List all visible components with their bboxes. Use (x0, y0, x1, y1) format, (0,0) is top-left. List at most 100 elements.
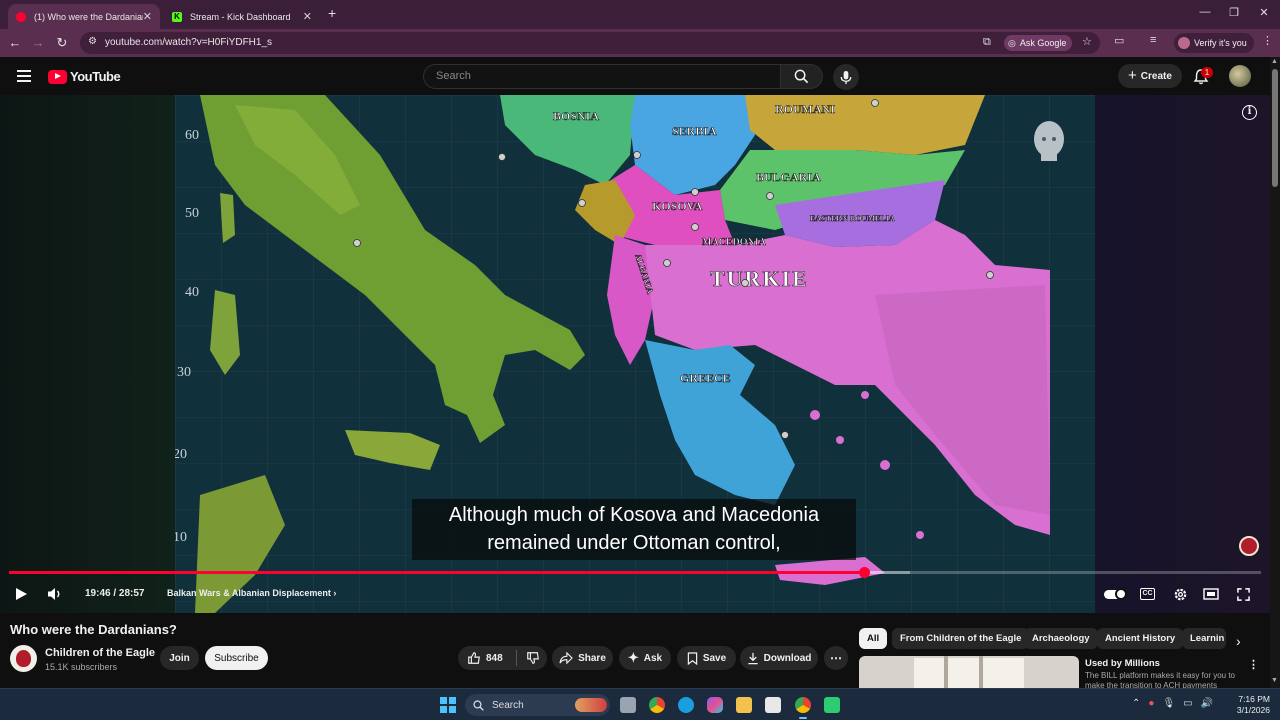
download-icon (747, 652, 758, 664)
chapter-title-button[interactable]: Balkan Wars & Albanian Displacement › (167, 588, 336, 598)
browser-menu-icon[interactable]: ⋮ (1262, 34, 1273, 47)
taskbar-search[interactable]: Search (465, 694, 610, 716)
join-button[interactable]: Join (160, 646, 199, 670)
download-label: Download (763, 652, 812, 664)
map-label-bosnia: BOSNIA (553, 109, 599, 123)
fullscreen-button[interactable] (1233, 584, 1253, 604)
tab-youtube[interactable]: (1) Who were the Dardanians? ✕ (8, 4, 160, 29)
video-subtitles: Although much of Kosova and Macedonia re… (412, 499, 856, 560)
scroll-up-arrow-icon[interactable]: ▲ (1271, 58, 1278, 65)
back-button[interactable]: ← (6, 35, 24, 50)
progress-scrubber-handle[interactable] (858, 567, 870, 578)
file-explorer-icon[interactable] (736, 697, 752, 713)
clock-date: 3/1/2026 (1236, 705, 1270, 715)
subscriber-count: 15.1K subscribers (45, 662, 118, 672)
minimize-button[interactable]: — (1190, 6, 1220, 18)
thumbs-down-icon (526, 652, 539, 664)
chip-learning[interactable]: Learnin (1182, 628, 1226, 649)
network-icon[interactable]: ▭ (1183, 698, 1192, 709)
start-windows-icon[interactable] (440, 697, 456, 713)
youtube-logo-text: YouTube (70, 69, 121, 84)
map-label-roumani: ROUMANI (775, 102, 835, 116)
tab-search-icon[interactable]: ▭ (1114, 34, 1124, 47)
google-lens-icon: ◎ (1008, 37, 1016, 48)
map-label-macedonia: MACEDONIA (702, 237, 767, 248)
site-info-icon[interactable]: ⚙ (88, 36, 97, 47)
progress-bar[interactable] (9, 567, 1261, 578)
new-tab-button[interactable]: + (328, 5, 336, 21)
verify-profile-button[interactable]: Verify it's you (1174, 33, 1254, 53)
chip-all[interactable]: All (859, 628, 888, 649)
system-tray: ⌃ ● 🎙 ▭ 🔊 (1132, 698, 1213, 709)
copilot-app-icon[interactable] (707, 697, 723, 713)
chip-ancient-history[interactable]: Ancient History (1097, 628, 1184, 649)
chips-next-chevron-icon[interactable]: › (1236, 633, 1241, 649)
close-window-button[interactable]: ✕ (1249, 6, 1279, 19)
share-button[interactable]: Share (552, 646, 613, 670)
dislike-button[interactable] (526, 651, 540, 665)
ad-thumbnail[interactable] (859, 656, 1079, 688)
ad-description: The BILL platform makes it easy for you … (1085, 671, 1235, 688)
chip-archaeology[interactable]: Archaeology (1024, 628, 1098, 649)
close-tab-icon[interactable]: ✕ (303, 10, 312, 23)
microphone-tray-icon[interactable]: 🎙 (1162, 698, 1175, 709)
video-info-icon[interactable]: i (1242, 105, 1257, 120)
volume-button[interactable] (45, 584, 65, 604)
green-app-icon[interactable] (824, 697, 840, 713)
subtitle-line-2: remained under Ottoman control, (487, 532, 781, 554)
channel-watermark-icon[interactable] (1239, 536, 1259, 556)
chrome-profile-app-icon[interactable] (795, 697, 811, 719)
like-button[interactable]: 848 (467, 651, 503, 665)
scrollbar-thumb[interactable] (1272, 69, 1278, 187)
scroll-down-arrow-icon[interactable]: ▼ (1271, 677, 1278, 684)
bookmark-star-icon[interactable]: ☆ (1082, 35, 1092, 48)
lat-label-30: 30 (177, 365, 191, 380)
play-button[interactable] (11, 584, 31, 604)
hamburger-menu-icon[interactable] (17, 70, 31, 82)
share-arrow-icon (559, 652, 573, 664)
tray-app-icon[interactable]: ● (1148, 698, 1154, 709)
ad-title[interactable]: Used by Millions (1085, 658, 1160, 669)
ask-button[interactable]: ✦ Ask (619, 646, 671, 670)
autoplay-toggle[interactable] (1104, 588, 1127, 600)
video-player[interactable]: 60 50 40 30 20 10 BOSNIA SERBIA ROUMANI … (0, 95, 1270, 613)
restore-button[interactable]: ❐ (1219, 6, 1249, 19)
theater-mode-button[interactable] (1201, 584, 1221, 604)
task-view-icon[interactable] (620, 697, 636, 713)
ask-google-button[interactable]: ◎ Ask Google (1004, 35, 1073, 51)
download-button[interactable]: Download (740, 646, 818, 670)
install-app-icon[interactable]: ⧉ (983, 36, 991, 49)
reload-button[interactable]: ↻ (53, 35, 71, 51)
subscribe-button[interactable]: Subscribe (205, 646, 268, 670)
store-app-icon[interactable] (765, 697, 781, 713)
browser-tab-bar: (1) Who were the Dardanians? ✕ K Stream … (0, 0, 1280, 29)
map-label-bulgaria: BULGARIA (756, 170, 821, 184)
save-button[interactable]: Save (677, 646, 736, 670)
close-tab-icon[interactable]: ✕ (143, 10, 152, 23)
reading-list-icon[interactable]: ≡ (1150, 34, 1156, 46)
youtube-logo[interactable]: YouTube (48, 69, 121, 84)
more-actions-button[interactable]: ⋯ (824, 646, 848, 670)
tab-kick[interactable]: K Stream - Kick Dashboard ✕ (164, 4, 320, 29)
forward-button[interactable]: → (29, 35, 47, 50)
tray-overflow-chevron-icon[interactable]: ⌃ (1132, 698, 1140, 709)
chip-from-channel[interactable]: From Children of the Eagle (892, 628, 1030, 649)
search-button[interactable] (781, 64, 823, 89)
page-scrollbar[interactable]: ▲ ▼ (1270, 57, 1280, 688)
volume-tray-icon[interactable]: 🔊 (1201, 698, 1213, 709)
chrome-app-icon[interactable] (649, 697, 665, 713)
captions-button[interactable]: CC (1140, 588, 1155, 600)
user-avatar[interactable] (1229, 65, 1251, 87)
address-bar[interactable]: ⚙ youtube.com/watch?v=H0FiYDFH1_s ⧉ ◎ As… (80, 32, 1100, 54)
channel-avatar[interactable] (10, 645, 37, 672)
create-button[interactable]: + Create (1118, 64, 1182, 88)
edge-app-icon[interactable] (678, 697, 694, 713)
ad-more-options-icon[interactable]: ⋮ (1248, 658, 1259, 671)
map-label-greece: GREECE (680, 371, 731, 385)
search-input[interactable] (424, 65, 780, 87)
channel-name[interactable]: Children of the Eagle (45, 647, 155, 659)
lat-label-60: 60 (185, 128, 199, 143)
taskbar-clock[interactable]: 7:16 PM 3/1/2026 (1230, 694, 1270, 716)
voice-search-button[interactable] (833, 64, 859, 90)
settings-button[interactable] (1170, 584, 1190, 604)
